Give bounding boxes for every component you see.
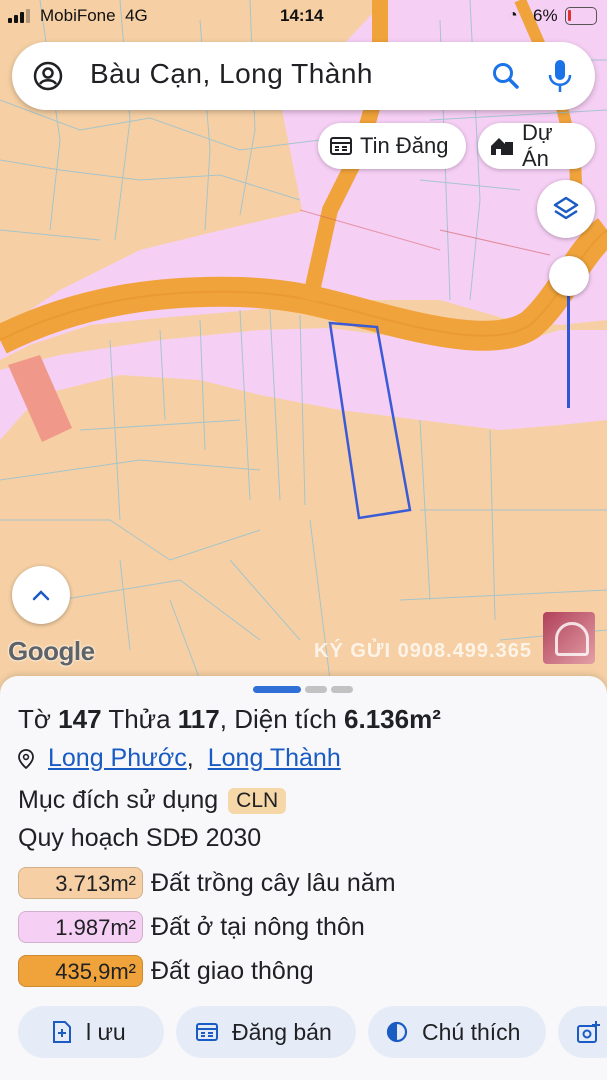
land-use-area: 435,9m² bbox=[18, 955, 143, 987]
post-sale-button-label: Đăng bán bbox=[232, 1018, 332, 1045]
land-use-area: 1.987m² bbox=[18, 911, 143, 943]
map-view[interactable]: MobiFone 4G 14:14 ◔ 6% Bàu Cạn, Long Thà… bbox=[0, 0, 607, 700]
purpose-code-badge: CLN bbox=[228, 787, 287, 814]
page-dot-active bbox=[253, 686, 301, 693]
parcel-area: 6.136m² bbox=[344, 704, 441, 734]
plan-label: Quy hoạch SDĐ 2030 bbox=[18, 824, 262, 852]
purpose-label: Mục đích sử dụng bbox=[18, 786, 219, 814]
district-link[interactable]: Long Thành bbox=[208, 744, 341, 773]
land-use-row: 435,9m² Đất giao thông bbox=[18, 955, 314, 987]
layers-icon bbox=[553, 196, 579, 220]
add-photo-icon bbox=[577, 1021, 600, 1043]
contrast-icon bbox=[386, 1021, 408, 1043]
save-button-label: l ưu bbox=[86, 1018, 126, 1045]
ward-link[interactable]: Long Phước bbox=[48, 744, 187, 773]
account-icon[interactable] bbox=[32, 60, 64, 92]
parcel-title: Tờ 147 Thửa 117, Diện tích 6.136m² bbox=[18, 704, 441, 734]
chevron-up-icon bbox=[32, 590, 50, 601]
land-use-area: 3.713m² bbox=[18, 867, 143, 899]
save-button[interactable]: l ưu bbox=[18, 1006, 164, 1058]
save-doc-icon bbox=[53, 1021, 71, 1043]
land-use-row: 3.713m² Đất trồng cây lâu năm bbox=[18, 867, 396, 899]
legend-button[interactable]: Chú thích bbox=[368, 1006, 546, 1058]
location-pin-icon bbox=[18, 748, 34, 769]
search-query[interactable]: Bàu Cạn, Long Thành bbox=[90, 58, 373, 90]
parcel-info-sheet[interactable]: Tờ 147 Thửa 117, Diện tích 6.136m² Long … bbox=[0, 676, 607, 1080]
post-sale-button[interactable]: Đăng bán bbox=[176, 1006, 356, 1058]
buildings-icon bbox=[491, 138, 513, 155]
page-dot bbox=[305, 686, 327, 693]
listing-card-icon bbox=[196, 1023, 218, 1041]
parcel-location: Long Phước, Long Thành bbox=[18, 744, 341, 773]
land-use-type: Đất trồng cây lâu năm bbox=[151, 868, 396, 897]
search-bar[interactable]: Bàu Cạn, Long Thành bbox=[12, 42, 595, 110]
land-use-type: Đất giao thông bbox=[151, 956, 314, 985]
land-use-row: 1.987m² Đất ở tại nông thôn bbox=[18, 911, 365, 943]
carrier-label: MobiFone 4G bbox=[40, 6, 148, 25]
legend-button-label: Chú thích bbox=[422, 1018, 521, 1045]
listings-chip-label: Tin Đăng bbox=[360, 133, 449, 158]
plot-number: 117 bbox=[177, 704, 220, 734]
listings-icon bbox=[330, 137, 352, 155]
status-bar: MobiFone 4G 14:14 ◔ 6% bbox=[0, 0, 607, 32]
watermark-text: KÝ GỬI 0908.499.365 bbox=[314, 640, 532, 662]
page-dot bbox=[331, 686, 353, 693]
land-purpose: Mục đích sử dụng CLN bbox=[18, 786, 287, 815]
add-photo-button[interactable] bbox=[558, 1006, 607, 1058]
orientation-lock-icon: ◔ bbox=[508, 7, 518, 24]
microphone-icon[interactable] bbox=[547, 58, 573, 94]
signal-strength-icon bbox=[8, 9, 30, 23]
opacity-slider-track[interactable] bbox=[567, 278, 570, 408]
land-use-type: Đất ở tại nông thôn bbox=[151, 912, 365, 941]
battery-percent: 6% bbox=[533, 6, 558, 25]
brand-logo[interactable] bbox=[543, 612, 595, 664]
projects-chip[interactable]: Dự Án bbox=[478, 120, 595, 171]
google-logo: Google bbox=[8, 636, 95, 666]
listings-chip[interactable]: Tin Đăng bbox=[318, 123, 466, 169]
expand-up-button[interactable] bbox=[12, 566, 70, 624]
sheet-number: 147 bbox=[58, 704, 102, 734]
search-icon[interactable] bbox=[490, 60, 522, 92]
projects-chip-label: Dự Án bbox=[522, 120, 553, 171]
opacity-slider-handle[interactable] bbox=[549, 256, 589, 296]
sheet-page-indicator bbox=[253, 686, 353, 693]
battery-icon bbox=[565, 7, 597, 25]
layers-button[interactable] bbox=[537, 180, 595, 238]
clock: 14:14 bbox=[280, 6, 324, 25]
